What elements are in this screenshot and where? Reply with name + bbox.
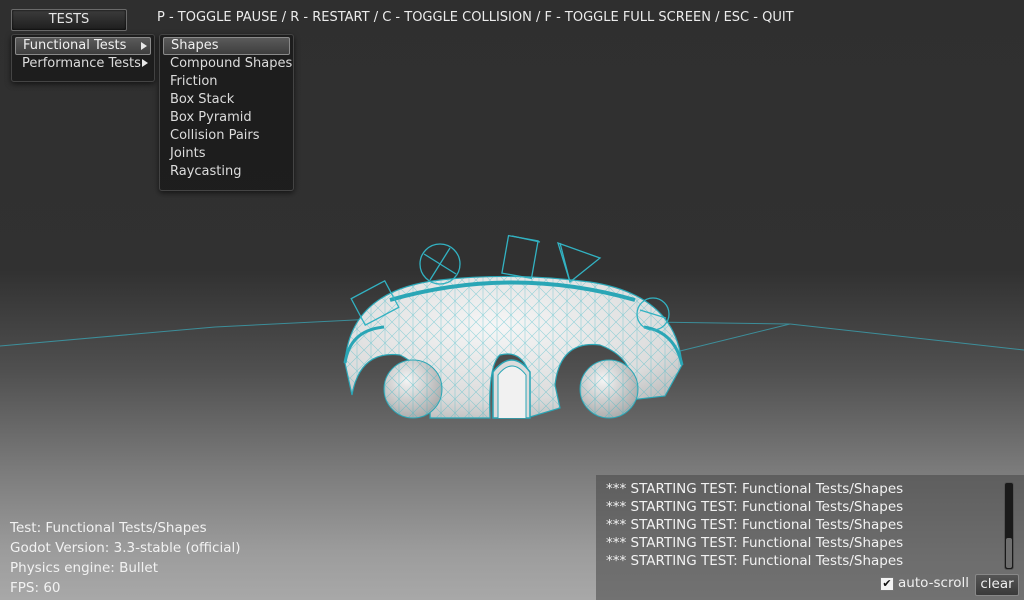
auto-scroll-checkbox[interactable]: ✔	[880, 577, 894, 591]
fps-label: FPS: 60	[10, 580, 61, 596]
log-line: *** STARTING TEST: Functional Tests/Shap…	[606, 499, 904, 515]
menu-item-performance-tests[interactable]: Performance Tests	[15, 55, 151, 73]
functional-tests-submenu: Shapes Compound Shapes Friction Box Stac…	[159, 34, 294, 191]
log-line: *** STARTING TEST: Functional Tests/Shap…	[606, 553, 904, 569]
log-line: *** STARTING TEST: Functional Tests/Shap…	[606, 535, 904, 551]
log-panel: *** STARTING TEST: Functional Tests/Shap…	[596, 475, 1024, 600]
submenu-item-raycasting[interactable]: Raycasting	[163, 163, 290, 181]
submenu-item-collision-pairs[interactable]: Collision Pairs	[163, 127, 290, 145]
tests-menu-button[interactable]: TESTS	[11, 9, 127, 31]
log-scrollbar-thumb[interactable]	[1006, 538, 1012, 568]
log-line: *** STARTING TEST: Functional Tests/Shap…	[606, 517, 904, 533]
info-overlay: Test: Functional Tests/Shapes Godot Vers…	[10, 518, 241, 598]
log-scrollbar[interactable]	[1004, 482, 1014, 570]
hotkeys-help-text: P - TOGGLE PAUSE / R - RESTART / C - TOG…	[157, 10, 794, 25]
log-line: *** STARTING TEST: Functional Tests/Shap…	[606, 481, 904, 497]
godot-version-label: Godot Version: 3.3-stable (official)	[10, 540, 241, 556]
current-test-label: Test: Functional Tests/Shapes	[10, 520, 207, 536]
menu-item-label: Functional Tests	[23, 38, 127, 53]
submenu-item-box-pyramid[interactable]: Box Pyramid	[163, 109, 290, 127]
log-lines: *** STARTING TEST: Functional Tests/Shap…	[606, 480, 903, 570]
submenu-item-shapes[interactable]: Shapes	[163, 37, 290, 55]
submenu-item-compound-shapes[interactable]: Compound Shapes	[163, 55, 292, 73]
tests-category-menu: Functional Tests Performance Tests	[11, 34, 155, 82]
menu-item-label: Performance Tests	[22, 56, 141, 71]
submenu-item-joints[interactable]: Joints	[163, 145, 290, 163]
clear-log-button[interactable]: clear	[975, 574, 1019, 596]
submenu-arrow-icon	[142, 59, 148, 67]
submenu-arrow-icon	[141, 42, 147, 50]
submenu-item-friction[interactable]: Friction	[163, 73, 290, 91]
menu-item-functional-tests[interactable]: Functional Tests	[15, 37, 151, 55]
submenu-item-box-stack[interactable]: Box Stack	[163, 91, 290, 109]
auto-scroll-label: auto-scroll	[898, 575, 969, 591]
dome-mesh	[343, 275, 684, 419]
physics-engine-label: Physics engine: Bullet	[10, 560, 159, 576]
